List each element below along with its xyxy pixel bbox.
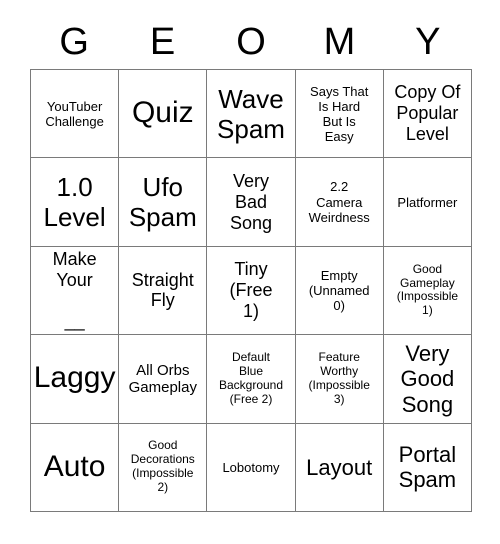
bingo-cell-text: Default Blue Background (Free 2): [218, 350, 284, 406]
bingo-cell[interactable]: 1.0 Level: [31, 158, 120, 247]
bingo-cell[interactable]: Good Gameplay (Impossible 1): [383, 246, 472, 336]
bingo-cell[interactable]: All Orbs Gameplay: [119, 335, 208, 424]
header-letter-3: O: [236, 20, 266, 63]
bingo-cell-text: YouTuber Challenge: [45, 98, 104, 129]
bingo-cell[interactable]: Platformer: [383, 158, 472, 247]
bingo-card: G E O M Y YouTuber Challenge Quiz Wave S…: [0, 0, 500, 544]
bingo-cell-text: Tiny (Free 1): [229, 259, 273, 321]
bingo-cell-text: Good Decorations (Impossible 2): [130, 438, 195, 495]
bingo-cell[interactable]: 2.2 Camera Weirdness: [295, 158, 384, 247]
bingo-cell-text: Straight Fly: [131, 269, 194, 311]
bingo-cell-text: Says That Is Hard But Is Easy: [310, 83, 369, 144]
bingo-cell-text: Very Bad Song: [229, 170, 273, 233]
bingo-cell[interactable]: Auto: [31, 423, 120, 512]
header-letter-5: Y: [415, 20, 441, 63]
bingo-cell-text: 2.2 Camera Weirdness: [308, 179, 370, 225]
bingo-header: G E O M Y: [30, 14, 472, 69]
header-letter-2: E: [149, 20, 176, 63]
bingo-cell-text: Good Gameplay (Impossible 1): [396, 261, 459, 318]
bingo-cell[interactable]: YouTuber Challenge: [31, 70, 120, 159]
bingo-cell-text: Wave Spam: [217, 83, 285, 144]
bingo-cell[interactable]: Ufo Spam: [119, 158, 208, 247]
bingo-cell[interactable]: Copy Of Popular Level: [383, 70, 472, 159]
bingo-cell-text: Ufo Spam: [128, 171, 197, 233]
bingo-cell-text: Platformer: [397, 194, 458, 210]
bingo-cell[interactable]: Wave Spam: [207, 70, 296, 159]
bingo-cell-text: Make Your __: [52, 248, 97, 332]
bingo-cell[interactable]: Lobotomy: [207, 423, 296, 512]
bingo-grid: YouTuber Challenge Quiz Wave Spam Says T…: [30, 69, 472, 512]
bingo-cell[interactable]: Tiny (Free 1): [207, 246, 296, 336]
bingo-cell[interactable]: Very Good Song: [383, 335, 472, 424]
bingo-cell[interactable]: Straight Fly: [119, 246, 208, 336]
bingo-cell[interactable]: Empty (Unnamed 0): [295, 246, 384, 336]
bingo-cell-text: Very Good Song: [400, 340, 455, 417]
bingo-cell-text: All Orbs Gameplay: [128, 361, 197, 396]
bingo-cell[interactable]: Make Your __: [31, 246, 120, 336]
bingo-cell[interactable]: Portal Spam: [383, 423, 472, 512]
bingo-cell[interactable]: Laggy: [31, 335, 120, 424]
bingo-cell[interactable]: Says That Is Hard But Is Easy: [295, 70, 384, 159]
bingo-cell[interactable]: Quiz: [119, 70, 208, 159]
bingo-cell[interactable]: Layout: [295, 423, 384, 512]
bingo-cell-text: Layout: [306, 454, 373, 480]
bingo-cell-text: Quiz: [131, 96, 194, 130]
header-letter-4: M: [323, 20, 356, 63]
bingo-cell-text: Feature Worthy (Impossible 3): [308, 350, 370, 406]
bingo-cell-text: Auto: [43, 449, 106, 483]
bingo-cell-text: Empty (Unnamed 0): [308, 267, 370, 314]
bingo-cell-text: Portal Spam: [398, 441, 457, 493]
bingo-cell-text: Laggy: [33, 361, 116, 395]
bingo-cell-text: Copy Of Popular Level: [394, 82, 461, 145]
bingo-cell[interactable]: Default Blue Background (Free 2): [207, 335, 296, 424]
bingo-cell-text: 1.0 Level: [43, 171, 106, 233]
bingo-cell[interactable]: Good Decorations (Impossible 2): [119, 423, 208, 512]
bingo-cell-text: Lobotomy: [222, 459, 280, 475]
bingo-cell[interactable]: Very Bad Song: [207, 158, 296, 247]
bingo-cell[interactable]: Feature Worthy (Impossible 3): [295, 335, 384, 424]
header-letter-1: G: [59, 20, 89, 63]
